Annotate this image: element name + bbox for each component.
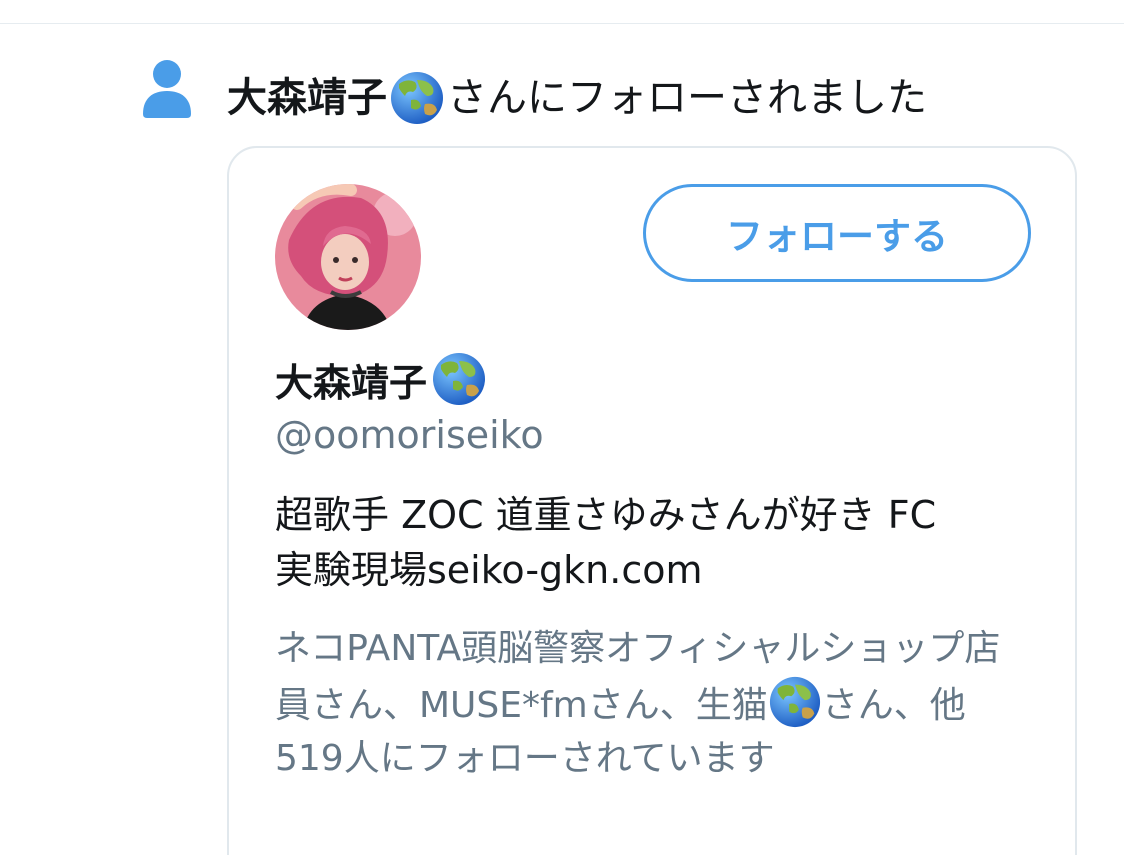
user-card[interactable]: フォローする 大森靖子 @oomoriseiko 超歌手 ZOC 道重さゆみさん… [227,146,1077,855]
display-name-text: 大森靖子 [275,360,428,405]
avatar-image [275,184,421,330]
globe-icon [433,353,486,405]
user-bio: 超歌手 ZOC 道重さゆみさんが好き FC 実験現場seiko-gkn.com [275,488,1055,598]
person-icon [143,60,191,118]
globe-icon [769,676,820,728]
globe-icon [391,72,443,124]
followed-by-text: ネコPANTA頭脳警察オフィシャルショップ店員さん、MUSE*fmさん、生猫 さ… [275,622,1015,785]
user-display-name[interactable]: 大森靖子 [275,350,487,408]
follow-button[interactable]: フォローする [643,184,1031,282]
notification-page: 大森靖子 さんにフォローされました フォローする 大森靖子 @oomorisei… [0,0,1124,855]
avatar[interactable] [275,184,421,330]
bio-line: 実験現場seiko-gkn.com [275,548,703,592]
bio-line: 超歌手 ZOC 道重さゆみさんが好き FC [275,493,937,537]
follow-notification-text: 大森靖子 さんにフォローされました [227,70,927,126]
follower-name[interactable]: 大森靖子 [227,70,387,126]
user-handle: @oomoriseiko [275,413,544,457]
divider [0,23,1124,24]
notification-suffix: さんにフォローされました [447,75,927,121]
